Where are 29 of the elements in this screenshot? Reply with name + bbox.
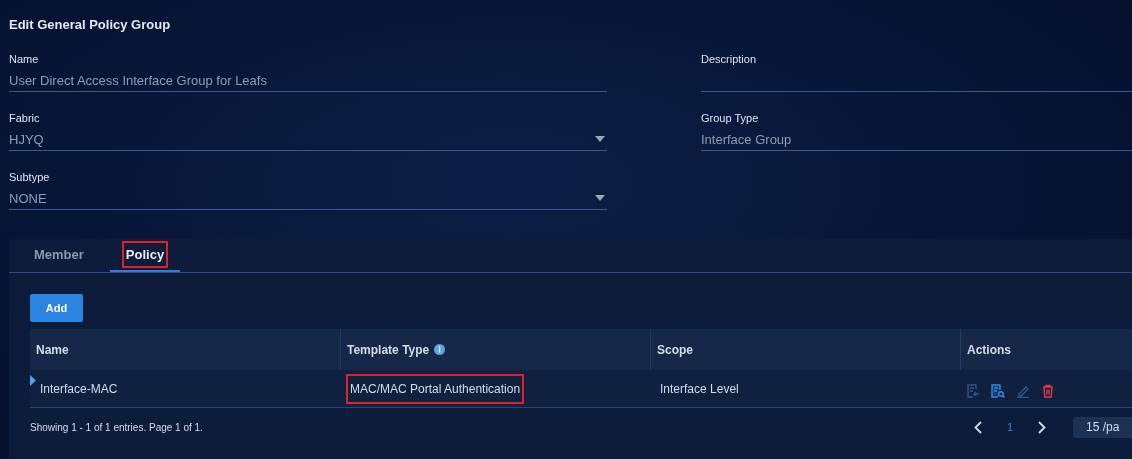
chevron-left-icon [974,420,982,434]
chevron-right-icon [1038,420,1046,434]
expand-marker-icon[interactable] [30,375,36,386]
page-number[interactable]: 1 [995,415,1025,439]
table-cell-text: Interface-MAC [39,380,119,398]
table-cell-text: Interface Level [659,380,740,398]
table-cell: MAC/MAC Portal Authentication [346,373,525,404]
column-header: Scope [657,342,693,357]
trash-icon[interactable] [1041,383,1055,398]
input-field[interactable]: User Direct Access Interface Group for Leafs [9,69,607,92]
field-label: Name [9,53,40,67]
field-label: Description [701,53,758,67]
document-search-icon[interactable] [991,383,1005,398]
field-label: Fabric [9,112,41,126]
input-field[interactable]: Interface Group [701,128,1132,151]
field-label: Group Type [701,112,760,126]
column-header: Actions [967,342,1011,357]
column-header: Name [36,342,69,357]
entries-summary: Showing 1 - 1 of 1 entries. Page 1 of 1. [30,421,203,433]
select-field[interactable]: HJYQ [9,128,607,151]
field-label: Subtype [9,171,51,185]
caret-icon [595,136,605,142]
select-field[interactable]: NONE [9,187,607,210]
caret-icon [595,195,605,201]
add-button[interactable]: Add [30,294,83,322]
page-title: Edit General Policy Group [9,17,172,33]
page-size-select[interactable]: 15 /pa [1073,416,1132,438]
tab[interactable]: Member [18,239,100,272]
column-header: Template Type [347,342,430,357]
